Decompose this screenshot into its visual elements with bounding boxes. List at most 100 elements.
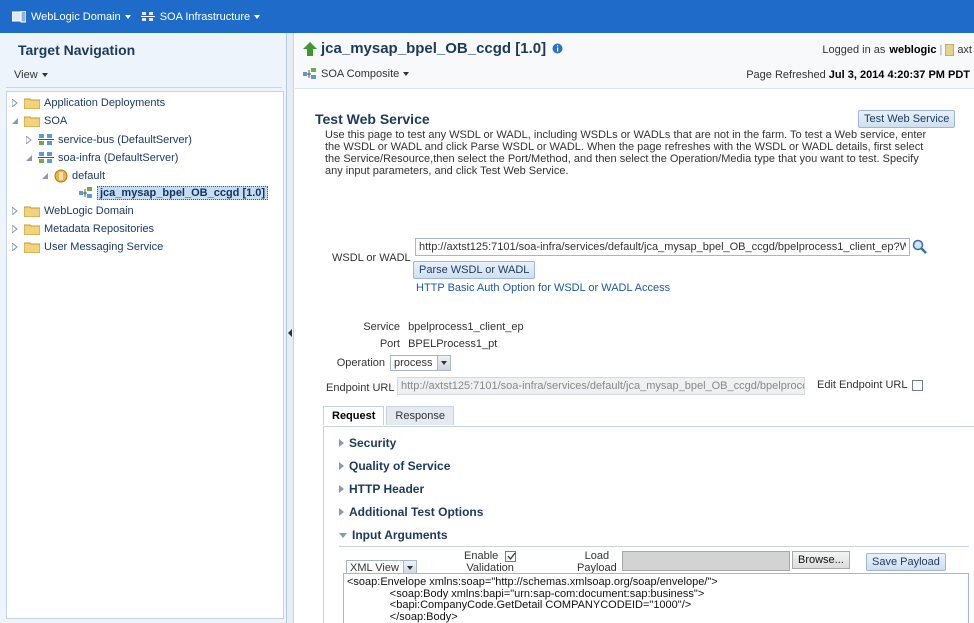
weblogic-domain-menu[interactable]: WebLogic Domain [12, 10, 131, 23]
http-basic-auth-link[interactable]: HTTP Basic Auth Option for WSDL or WADL … [416, 282, 670, 294]
port-label: Port [379, 338, 400, 350]
enable-validation-checkbox[interactable] [505, 550, 517, 562]
host-icon [945, 44, 955, 56]
tab-request[interactable]: Request [323, 406, 385, 425]
tree-item-label: service-bus (DefaultServer) [58, 134, 192, 146]
folder-icon [24, 115, 40, 127]
port-row: Port BPELProcess1_pt [355, 338, 498, 350]
http-header-section-header[interactable]: HTTP Header [339, 482, 424, 496]
folder-icon [24, 205, 40, 217]
input-arguments-section-header[interactable]: Input Arguments [339, 528, 448, 542]
tree-item-jca-composite[interactable]: jca_mysap_bpel_OB_ccgd [1.0] [79, 186, 269, 200]
input-arguments-section-label: Input Arguments [352, 528, 448, 542]
soa-composite-label: SOA Composite [321, 68, 400, 80]
operation-select[interactable]: process [390, 355, 451, 371]
tree-item-soa[interactable]: SOA [10, 115, 67, 127]
load-payload-label-group: Load Payload [577, 550, 617, 574]
folder-icon [24, 97, 40, 109]
tree-item-application-deployments[interactable]: Application Deployments [10, 97, 165, 109]
request-response-tabs: Request Response [323, 406, 456, 425]
tree-item-label: default [72, 170, 106, 182]
soa-composite-menu[interactable]: SOA Composite [303, 68, 410, 80]
tree-item-user-messaging-service[interactable]: User Messaging Service [10, 241, 163, 253]
tree-item-service-bus[interactable]: service-bus (DefaultServer) [24, 133, 192, 147]
soa-infrastructure-icon [140, 11, 155, 21]
logged-in-info: Logged in as weblogic | axt [822, 44, 972, 56]
chevron-down-icon [41, 73, 48, 77]
enable-validation[interactable]: Enable Validation [464, 550, 517, 574]
load-label: Load [584, 550, 610, 562]
payload-file-field[interactable] [622, 551, 790, 571]
divider [6, 87, 282, 88]
collapse-panel-icon[interactable] [288, 329, 292, 337]
folder-icon [24, 223, 40, 235]
chevron-down-icon [403, 72, 410, 76]
enable-label: Enable [464, 550, 499, 562]
soa-infrastructure-menu[interactable]: SOA Infrastructure [140, 11, 261, 23]
tree-item-label: Application Deployments [44, 97, 166, 109]
tree-item-soa-infra[interactable]: soa-infra (DefaultServer) [24, 151, 178, 165]
service-label: Service [363, 321, 400, 333]
edit-endpoint-label: Edit Endpoint URL [817, 379, 908, 391]
tree-item-label: WebLogic Domain [44, 205, 134, 217]
expand-arrow-icon[interactable] [10, 206, 20, 216]
folder-icon [24, 241, 40, 253]
port-value: BPELProcess1_pt [408, 338, 498, 350]
qos-section-header[interactable]: Quality of Service [339, 459, 450, 473]
main-content: jca_mysap_bpel_OB_ccgd [1.0] Logged in a… [295, 33, 974, 623]
tree-item-label: jca_mysap_bpel_OB_ccgd [1.0] [97, 186, 269, 200]
expand-arrow-icon[interactable] [10, 98, 20, 108]
page-title: jca_mysap_bpel_OB_ccgd [1.0] [303, 40, 563, 57]
page-title-text: jca_mysap_bpel_OB_ccgd [1.0] [321, 40, 547, 57]
service-value: bpelprocess1_client_ep [408, 321, 524, 333]
tree-item-label: User Messaging Service [44, 241, 164, 253]
operation-label: Operation [336, 357, 385, 369]
additional-options-section-header[interactable]: Additional Test Options [339, 505, 483, 519]
expand-arrow-icon[interactable] [10, 224, 20, 234]
wsdl-label: WSDL or WADL [332, 252, 411, 264]
xml-payload-editor[interactable]: <soap:Envelope xmlns:soap="http://schema… [343, 573, 969, 623]
collapse-arrow-icon[interactable] [40, 171, 50, 181]
security-section-label: Security [349, 436, 397, 450]
tree-item-default[interactable]: default [40, 169, 105, 183]
partition-icon [54, 169, 68, 183]
expand-arrow-icon[interactable] [10, 242, 20, 252]
wsdl-url-input[interactable] [415, 238, 910, 256]
weblogic-domain-icon [12, 10, 26, 22]
additional-options-section-label: Additional Test Options [349, 505, 484, 519]
browse-button[interactable]: Browse... [792, 551, 850, 569]
composite-icon [303, 68, 316, 79]
page-refreshed-info: Page Refreshed Jul 3, 2014 4:20:37 PM PD… [746, 69, 970, 81]
edit-endpoint-url[interactable]: Edit Endpoint URL [817, 379, 923, 391]
parse-wsdl-button[interactable]: Parse WSDL or WADL [413, 261, 536, 279]
security-section-header[interactable]: Security [339, 436, 396, 450]
view-menu-label: View [14, 69, 38, 81]
tree-item-label: SOA [44, 115, 68, 127]
host-name: axt [957, 44, 972, 56]
up-arrow-icon [303, 41, 317, 56]
edit-endpoint-checkbox[interactable] [911, 379, 923, 391]
expand-arrow-icon [339, 508, 344, 516]
target-navigation-panel: Target Navigation View Application Deplo… [0, 33, 287, 623]
operation-value: process [394, 357, 433, 369]
soa-server-icon [38, 151, 54, 165]
tree-item-metadata-repositories[interactable]: Metadata Repositories [10, 223, 154, 235]
tree-item-weblogic-domain[interactable]: WebLogic Domain [10, 205, 134, 217]
view-menu[interactable]: View [14, 69, 48, 81]
panel-splitter[interactable] [287, 33, 294, 623]
save-payload-button[interactable]: Save Payload [866, 553, 946, 571]
http-header-section-label: HTTP Header [349, 482, 425, 496]
test-web-service-button[interactable]: Test Web Service [858, 110, 956, 128]
info-icon[interactable] [552, 43, 563, 54]
weblogic-domain-label: WebLogic Domain [31, 10, 121, 23]
expand-arrow-icon[interactable] [24, 135, 34, 145]
tab-response[interactable]: Response [386, 406, 454, 425]
search-icon[interactable] [912, 239, 928, 255]
expand-arrow-icon [339, 439, 344, 447]
expand-arrow-icon [339, 485, 344, 493]
test-web-service-description: Use this page to test any WSDL or WADL, … [325, 129, 927, 177]
soa-server-icon [38, 133, 54, 147]
tree-item-label: Metadata Repositories [44, 223, 155, 235]
collapse-arrow-icon[interactable] [24, 153, 34, 163]
collapse-arrow-icon[interactable] [10, 116, 20, 126]
